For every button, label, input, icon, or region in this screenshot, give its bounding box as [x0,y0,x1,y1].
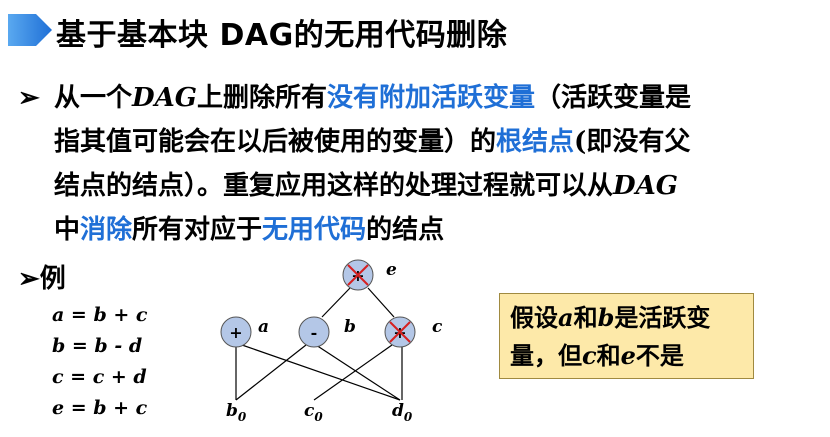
para-text: 结点的结点）。重复应用这样的处理过程就可以从 [54,171,614,201]
para-text: 从一个 [54,83,133,113]
equation-line: c = c + d [52,366,147,388]
para-text: DAG [613,171,678,201]
example-label: ➢例 [18,258,66,295]
dag-diagram: + e + a - b + c b0 c0 d0 [220,259,443,424]
dag-edge [321,287,351,318]
node-label: e [386,260,397,280]
highlight-text: 无用代码 [262,215,367,245]
dag-leaf-c0: c0 [304,401,323,424]
para-line-2: 指其值可能会在以后被使用的变量）的根结点(即没有父 [18,120,818,164]
dag-leaf-d0: d0 [392,401,413,424]
para-text: （活跃变量是 [534,83,691,113]
dag-node-e: + e [342,259,397,291]
highlight-text: 根结点 [496,127,575,157]
para-line-4: 中消除所有对应于无用代码的结点 [18,208,818,252]
page-title: 基于基本块 DAG的无用代码删除 [56,18,508,53]
title-arrow-icon [8,14,52,46]
highlight-text: 没有附加活跃变量 [326,83,535,113]
note-line-2: 量，但c和e不是 [510,341,684,370]
example-label-text: 例 [39,264,66,294]
highlight-text: 消除 [80,215,133,245]
para-text: 所有对应于 [132,215,263,245]
dag-edge [367,287,395,318]
para-line-1: ➢ 从一个DAG上删除所有没有附加活跃变量（活跃变量是 [18,76,818,120]
equation-line: b = b - d [52,335,143,357]
para-text: 上删除所有 [196,83,327,113]
para-text: (即没有父 [574,127,691,157]
dag-node-c: + c [384,316,443,348]
para-text: 指其值可能会在以后被使用的变量）的 [54,127,497,157]
equation-line: e = b + c [52,397,148,419]
node-label: b [344,317,356,337]
note-line-1: 假设a和b是活跃变 [510,303,711,332]
node-label: c [432,317,443,337]
node-op: - [311,323,318,342]
dag-leaf-b0: b0 [226,401,247,424]
para-line-3: 结点的结点）。重复应用这样的处理过程就可以从DAG [18,164,818,208]
bullet-arrow-icon: ➢ [18,83,40,113]
para-text: 的结点 [366,215,445,245]
title-bar: 基于基本块 DAG的无用代码删除 [0,0,830,62]
main-paragraph: ➢ 从一个DAG上删除所有没有附加活跃变量（活跃变量是 指其值可能会在以后被使用的… [18,76,818,252]
bullet-arrow-icon: ➢ [18,264,40,294]
para-text: DAG [132,83,197,113]
equation-line: a = b + c [52,304,148,326]
dag-edge [235,344,307,401]
dag-edge [313,344,393,401]
node-op: + [229,323,242,342]
node-label: a [258,317,269,337]
assumption-note: 假设a和b是活跃变 量，但c和e不是 [499,293,754,379]
dag-node-a: + a [220,316,269,348]
dag-edge [241,344,401,401]
dag-edge [315,344,401,401]
dag-node-b: - b [298,316,356,348]
para-text: 中 [54,215,81,245]
equation-list: a = b + c b = b - d c = c + d e = b + c [52,300,147,424]
